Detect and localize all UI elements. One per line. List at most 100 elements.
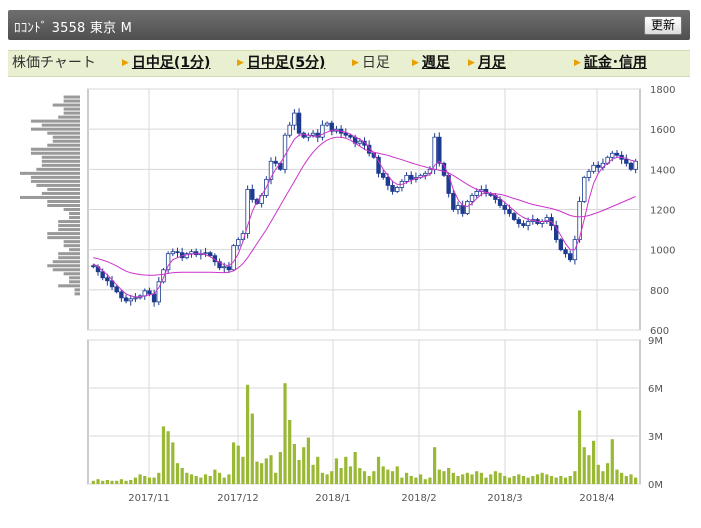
volume-profile-bar: [30, 175, 81, 179]
candle-body: [395, 187, 400, 192]
volume-bar: [180, 468, 184, 484]
volume-profile-bar: [30, 151, 81, 155]
volume-profile-bar: [63, 207, 80, 212]
volume-bar: [175, 463, 180, 484]
volume-bar: [241, 456, 245, 484]
volume-bar: [428, 477, 432, 484]
volume-panel: [87, 339, 641, 485]
candle-body: [596, 164, 601, 168]
volume-bar: [606, 463, 610, 484]
volume-bar: [91, 480, 95, 484]
candle-body: [563, 249, 568, 255]
volume-bar: [246, 384, 250, 484]
volume-bar: [330, 471, 334, 484]
volume-bar: [348, 466, 353, 484]
volume-bar: [404, 472, 409, 484]
candle-body: [100, 271, 105, 279]
volume-bar: [316, 456, 320, 484]
volume-bar: [479, 472, 483, 484]
volume-bar: [414, 477, 418, 484]
volume-bar: [395, 466, 399, 484]
candle-body: [568, 253, 573, 261]
volume-bar: [591, 440, 596, 484]
volume-profile-bar: [74, 292, 80, 296]
price-tick-label: 1400: [650, 165, 675, 176]
volume-bar: [306, 437, 310, 484]
volume-bar: [376, 456, 381, 484]
volume-profile-bar: [69, 248, 80, 252]
candle-body: [123, 297, 129, 302]
volume-bar: [302, 447, 306, 484]
volume-bar: [554, 477, 558, 484]
candle-body: [114, 286, 119, 293]
x-tick-label: 2018/1: [315, 493, 350, 504]
volume-bar: [419, 474, 423, 484]
volume-bar: [601, 471, 605, 484]
volume-bar: [358, 468, 362, 484]
volume-profile-bar: [69, 216, 80, 220]
candle-body: [310, 132, 316, 136]
candle-body: [142, 290, 147, 297]
volume-profile-bar: [47, 264, 80, 268]
volume-profile-bar: [36, 167, 80, 171]
volume-bar: [260, 463, 264, 484]
x-tick-label: 2017/11: [128, 493, 170, 504]
volume-bar: [339, 468, 343, 484]
volume-bar: [624, 476, 628, 484]
candle-body: [226, 266, 232, 271]
candle-body: [236, 239, 241, 247]
volume-profile-bar: [47, 187, 80, 191]
candle-body: [469, 195, 475, 202]
volume-bar: [264, 458, 268, 484]
volume-bar: [115, 480, 119, 484]
candle-body: [381, 172, 386, 178]
volume-bar: [320, 472, 325, 484]
volume-tick-label: 9M: [648, 336, 663, 347]
volume-bar: [143, 476, 147, 484]
volume-bar: [540, 472, 544, 484]
volume-profile-bar: [20, 195, 80, 199]
volume-bar: [629, 474, 633, 484]
volume-bar: [475, 471, 479, 484]
candle-body: [231, 245, 236, 271]
volume-bar: [138, 474, 142, 484]
price-tick-label: 1200: [650, 206, 675, 217]
volume-bar: [549, 476, 554, 484]
volume-bar: [577, 410, 582, 484]
volume-bar: [587, 455, 591, 484]
candle-body: [451, 193, 456, 210]
candle-body: [390, 184, 395, 192]
volume-profile-bar: [47, 199, 80, 203]
volume-profile-bar: [30, 179, 81, 183]
volume-bar: [129, 480, 133, 484]
volume-bar: [447, 468, 451, 484]
volume-bar: [423, 479, 427, 484]
volume-profile-bar: [69, 212, 80, 216]
volume-bar: [493, 471, 498, 484]
candle-body: [423, 172, 428, 176]
price-tick-label: 800: [650, 286, 669, 297]
volume-profile-bar: [30, 127, 81, 131]
candle-body: [357, 140, 363, 144]
volume-bar: [531, 476, 535, 484]
candle-body: [497, 199, 503, 206]
volume-bar: [535, 474, 540, 484]
candle-body: [582, 176, 587, 202]
volume-bar: [213, 469, 217, 484]
candle-body: [511, 213, 517, 220]
volume-profile-bar: [41, 159, 80, 163]
volume-bar: [278, 452, 282, 484]
candle-body: [586, 170, 592, 178]
volume-bar: [147, 477, 152, 484]
candle-body: [292, 112, 297, 126]
price-tick-label: 1000: [650, 246, 675, 257]
candle-body: [614, 152, 620, 156]
volume-bar: [96, 479, 100, 484]
volume-profile-bar: [58, 115, 80, 119]
candle-body: [610, 152, 615, 158]
volume-bar: [381, 466, 385, 484]
candle-body: [343, 132, 348, 136]
volume-bar: [559, 476, 563, 484]
volume-profile-bar: [58, 228, 80, 232]
volume-tick-label: 0M: [648, 480, 663, 491]
